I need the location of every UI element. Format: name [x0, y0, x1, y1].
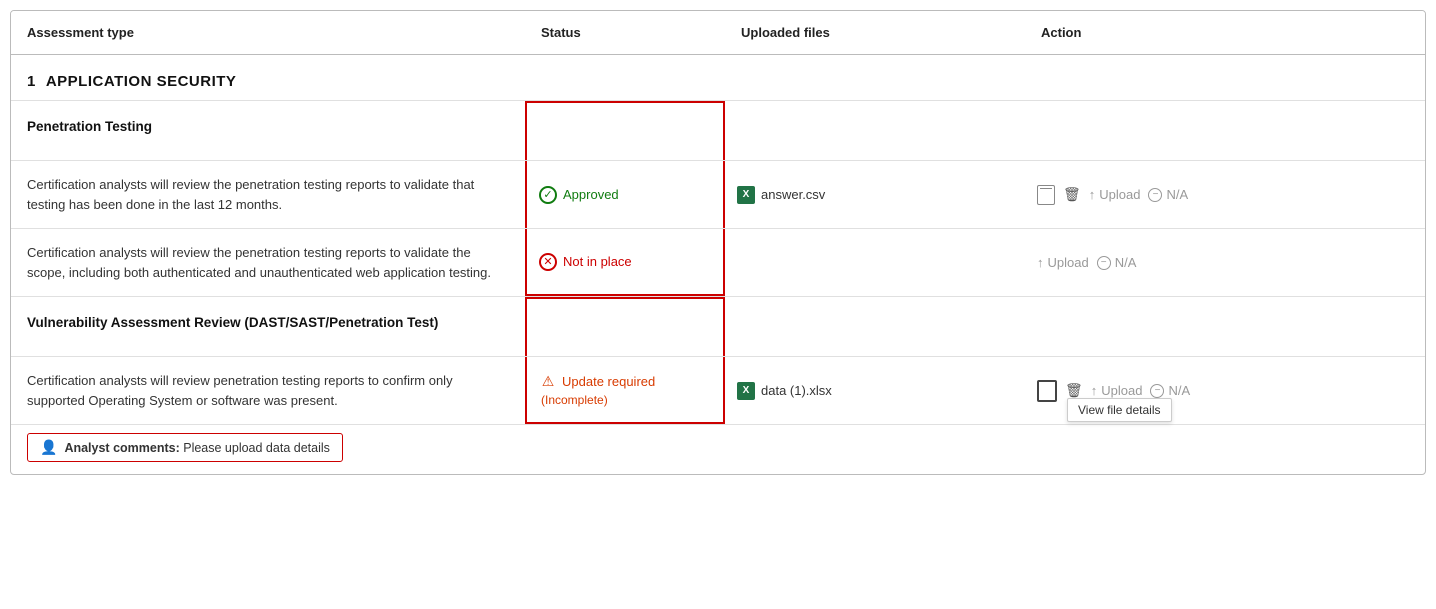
warn-triangle-icon: ⚠: [539, 373, 557, 391]
section-number: 1: [27, 73, 36, 90]
status-approved-cell: ✓ Approved: [525, 161, 725, 228]
action-cell-empty-g2: [1025, 297, 1425, 356]
action-cell-3: 🗑 ↑ Upload − N/A View file details: [1025, 357, 1425, 424]
status-incomplete-label: (Incomplete): [541, 393, 608, 407]
uploaded-cell-empty-g2: [725, 297, 1025, 356]
group2-title-row: Vulnerability Assessment Review (DAST/SA…: [11, 296, 1425, 356]
trash-icon-3[interactable]: 🗑: [1065, 382, 1083, 399]
analyst-comment-label: Analyst comments: Please upload data det…: [64, 441, 329, 455]
uploaded-cell-3: X data (1).xlsx: [725, 357, 1025, 424]
status-cell-empty-g2: [525, 297, 725, 356]
section-name: APPLICATION SECURITY: [46, 73, 237, 90]
minus-circle-icon-3: −: [1150, 384, 1164, 398]
na-button-2[interactable]: − N/A: [1097, 255, 1137, 270]
na-button-1[interactable]: − N/A: [1148, 187, 1188, 202]
status-not-in-place-label: Not in place: [563, 254, 632, 269]
trash-icon[interactable]: 🗑: [1063, 186, 1081, 203]
analyst-comment-box: 👤 Analyst comments: Please upload data d…: [27, 433, 343, 462]
table-row: Certification analysts will review the p…: [11, 160, 1425, 228]
table-row: Certification analysts will review the p…: [11, 228, 1425, 296]
main-table: Assessment type Status Uploaded files Ac…: [10, 10, 1426, 475]
status-approved: ✓ Approved: [539, 186, 619, 204]
status-update-required-cell: ⚠ Update required (Incomplete): [525, 357, 725, 424]
analyst-comment-row: 👤 Analyst comments: Please upload data d…: [11, 424, 1425, 474]
upload-arrow-icon-3: ↑: [1091, 383, 1098, 398]
doc-filled-icon[interactable]: [1037, 380, 1057, 402]
check-circle-icon: ✓: [539, 186, 557, 204]
status-approved-label: Approved: [563, 187, 619, 202]
col-header-assessment-type: Assessment type: [11, 11, 525, 54]
x-circle-icon: ✕: [539, 253, 557, 271]
file-name-3: data (1).xlsx: [761, 383, 832, 398]
table-row: Certification analysts will review penet…: [11, 356, 1425, 424]
minus-circle-icon-2: −: [1097, 256, 1111, 270]
uploaded-cell-empty: [725, 101, 1025, 160]
upload-button-2[interactable]: ↑ Upload: [1037, 255, 1089, 270]
minus-circle-icon: −: [1148, 188, 1162, 202]
status-cell-empty-top: [525, 101, 725, 160]
file-name-1: answer.csv: [761, 187, 825, 202]
col-header-uploaded-files: Uploaded files: [725, 11, 1025, 54]
upload-arrow-icon: ↑: [1089, 187, 1096, 202]
upload-arrow-icon-2: ↑: [1037, 255, 1044, 270]
table-header: Assessment type Status Uploaded files Ac…: [11, 11, 1425, 55]
na-button-3[interactable]: − N/A: [1150, 383, 1190, 398]
group1-title: Penetration Testing: [11, 101, 525, 160]
view-file-tooltip: View file details: [1067, 398, 1172, 422]
upload-button-3[interactable]: ↑ Upload: [1091, 383, 1143, 398]
uploaded-cell-1: X answer.csv: [725, 161, 1025, 228]
doc-icon[interactable]: [1037, 185, 1055, 205]
upload-button-1[interactable]: ↑ Upload: [1089, 187, 1141, 202]
status-update-required: ⚠ Update required (Incomplete): [539, 373, 655, 407]
col-header-action: Action: [1025, 11, 1425, 54]
action-cell-empty: [1025, 101, 1425, 160]
group2-title: Vulnerability Assessment Review (DAST/SA…: [11, 297, 525, 356]
analyst-icon: 👤: [40, 439, 57, 456]
excel-icon: X: [737, 186, 755, 204]
row1-description: Certification analysts will review the p…: [11, 161, 525, 228]
excel-icon-3: X: [737, 382, 755, 400]
group1-title-row: Penetration Testing: [11, 100, 1425, 160]
status-not-in-place-cell: ✕ Not in place: [525, 229, 725, 296]
action-cell-1: 🗑 ↑ Upload − N/A: [1025, 161, 1425, 228]
uploaded-cell-2: [725, 229, 1025, 296]
section-title: 1 APPLICATION SECURITY: [11, 55, 1425, 100]
row3-description: Certification analysts will review penet…: [11, 357, 525, 424]
col-header-status: Status: [525, 11, 725, 54]
status-not-in-place: ✕ Not in place: [539, 253, 632, 271]
row2-description: Certification analysts will review the p…: [11, 229, 525, 296]
update-line: ⚠ Update required: [539, 373, 655, 391]
status-update-label: Update required: [562, 374, 655, 389]
action-cell-2: ↑ Upload − N/A: [1025, 229, 1425, 296]
